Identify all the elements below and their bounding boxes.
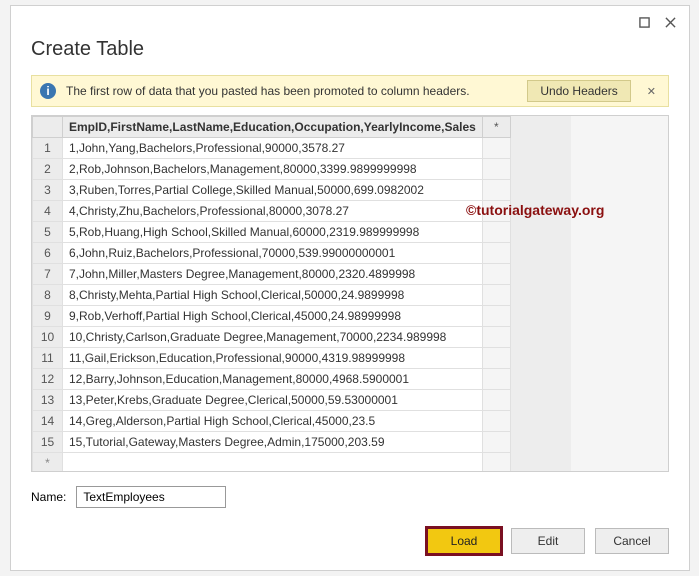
row-number: 13 — [33, 390, 63, 411]
row-number: 15 — [33, 432, 63, 453]
name-label: Name: — [31, 490, 66, 504]
row-number: 8 — [33, 285, 63, 306]
titlebar — [11, 6, 689, 38]
table-row[interactable]: 44,Christy,Zhu,Bachelors,Professional,80… — [33, 201, 511, 222]
window-restore-button[interactable] — [631, 10, 657, 34]
row-data[interactable]: 8,Christy,Mehta,Partial High School,Cler… — [63, 285, 483, 306]
row-number: 4 — [33, 201, 63, 222]
row-data[interactable]: 12,Barry,Johnson,Education,Management,80… — [63, 369, 483, 390]
row-data[interactable]: 1,John,Yang,Bachelors,Professional,90000… — [63, 138, 483, 159]
row-data[interactable]: 7,John,Miller,Masters Degree,Management,… — [63, 264, 483, 285]
row-extra-cell — [482, 411, 510, 432]
table-row[interactable]: 77,John,Miller,Masters Degree,Management… — [33, 264, 511, 285]
row-extra-cell — [482, 243, 510, 264]
row-number: 6 — [33, 243, 63, 264]
empty-row-extra — [482, 453, 510, 472]
row-data[interactable]: 5,Rob,Huang,High School,Skilled Manual,6… — [63, 222, 483, 243]
banner-message: The first row of data that you pasted ha… — [66, 84, 517, 98]
row-data[interactable]: 10,Christy,Carlson,Graduate Degree,Manag… — [63, 327, 483, 348]
rownum-header — [33, 117, 63, 138]
row-data[interactable]: 2,Rob,Johnson,Bachelors,Management,80000… — [63, 159, 483, 180]
row-extra-cell — [482, 390, 510, 411]
table-row[interactable]: 88,Christy,Mehta,Partial High School,Cle… — [33, 285, 511, 306]
window-close-button[interactable] — [657, 10, 683, 34]
empty-row-marker: * — [33, 453, 63, 472]
row-data[interactable]: 14,Greg,Alderson,Partial High School,Cle… — [63, 411, 483, 432]
table-right-padding — [511, 116, 571, 471]
edit-button[interactable]: Edit — [511, 528, 585, 554]
cancel-button[interactable]: Cancel — [595, 528, 669, 554]
load-button[interactable]: Load — [427, 528, 501, 554]
row-extra-cell — [482, 264, 510, 285]
table[interactable]: EmpID,FirstName,LastName,Education,Occup… — [32, 116, 511, 471]
table-row[interactable]: 55,Rob,Huang,High School,Skilled Manual,… — [33, 222, 511, 243]
dialog-footer: Load Edit Cancel — [11, 518, 689, 570]
table-name-input[interactable] — [76, 486, 226, 508]
row-number: 1 — [33, 138, 63, 159]
row-number: 14 — [33, 411, 63, 432]
row-number: 10 — [33, 327, 63, 348]
row-extra-cell — [482, 432, 510, 453]
table-row[interactable]: 99,Rob,Verhoff,Partial High School,Cleri… — [33, 306, 511, 327]
row-extra-cell — [482, 327, 510, 348]
restore-icon — [639, 17, 650, 28]
row-extra-cell — [482, 222, 510, 243]
row-extra-cell — [482, 369, 510, 390]
table-row[interactable]: 66,John,Ruiz,Bachelors,Professional,7000… — [33, 243, 511, 264]
row-data[interactable]: 6,John,Ruiz,Bachelors,Professional,70000… — [63, 243, 483, 264]
info-icon: i — [40, 83, 56, 99]
dialog-title: Create Table — [11, 38, 689, 71]
row-number: 11 — [33, 348, 63, 369]
table-row[interactable]: 1313,Peter,Krebs,Graduate Degree,Clerica… — [33, 390, 511, 411]
name-row: Name: — [11, 472, 689, 518]
row-extra-cell — [482, 138, 510, 159]
row-number: 2 — [33, 159, 63, 180]
table-row[interactable]: 33,Ruben,Torres,Partial College,Skilled … — [33, 180, 511, 201]
row-data[interactable]: 9,Rob,Verhoff,Partial High School,Cleric… — [63, 306, 483, 327]
close-icon — [665, 17, 676, 28]
table-row[interactable]: 1010,Christy,Carlson,Graduate Degree,Man… — [33, 327, 511, 348]
create-table-dialog: Create Table i The first row of data tha… — [10, 5, 690, 571]
table-row[interactable]: 1212,Barry,Johnson,Education,Management,… — [33, 369, 511, 390]
row-data[interactable]: 3,Ruben,Torres,Partial College,Skilled M… — [63, 180, 483, 201]
table-row[interactable]: 1515,Tutorial,Gateway,Masters Degree,Adm… — [33, 432, 511, 453]
data-table: EmpID,FirstName,LastName,Education,Occup… — [31, 115, 669, 472]
row-data[interactable]: 11,Gail,Erickson,Education,Professional,… — [63, 348, 483, 369]
table-row[interactable]: 11,John,Yang,Bachelors,Professional,9000… — [33, 138, 511, 159]
row-number: 9 — [33, 306, 63, 327]
info-banner: i The first row of data that you pasted … — [31, 75, 669, 107]
row-number: 3 — [33, 180, 63, 201]
row-data[interactable]: 13,Peter,Krebs,Graduate Degree,Clerical,… — [63, 390, 483, 411]
row-extra-cell — [482, 306, 510, 327]
column-header[interactable]: EmpID,FirstName,LastName,Education,Occup… — [63, 117, 483, 138]
row-extra-cell — [482, 159, 510, 180]
row-data[interactable]: 15,Tutorial,Gateway,Masters Degree,Admin… — [63, 432, 483, 453]
undo-headers-button[interactable]: Undo Headers — [527, 80, 630, 102]
row-number: 5 — [33, 222, 63, 243]
row-data[interactable]: 4,Christy,Zhu,Bachelors,Professional,800… — [63, 201, 483, 222]
add-column-header[interactable]: * — [482, 117, 510, 138]
row-extra-cell — [482, 348, 510, 369]
empty-row[interactable]: * — [33, 453, 511, 472]
row-number: 12 — [33, 369, 63, 390]
table-row[interactable]: 1111,Gail,Erickson,Education,Professiona… — [33, 348, 511, 369]
table-row[interactable]: 22,Rob,Johnson,Bachelors,Management,8000… — [33, 159, 511, 180]
empty-row-cell[interactable] — [63, 453, 483, 472]
row-extra-cell — [482, 285, 510, 306]
banner-close-button[interactable]: ✕ — [641, 85, 662, 98]
row-extra-cell — [482, 180, 510, 201]
table-row[interactable]: 1414,Greg,Alderson,Partial High School,C… — [33, 411, 511, 432]
row-extra-cell — [482, 201, 510, 222]
row-number: 7 — [33, 264, 63, 285]
